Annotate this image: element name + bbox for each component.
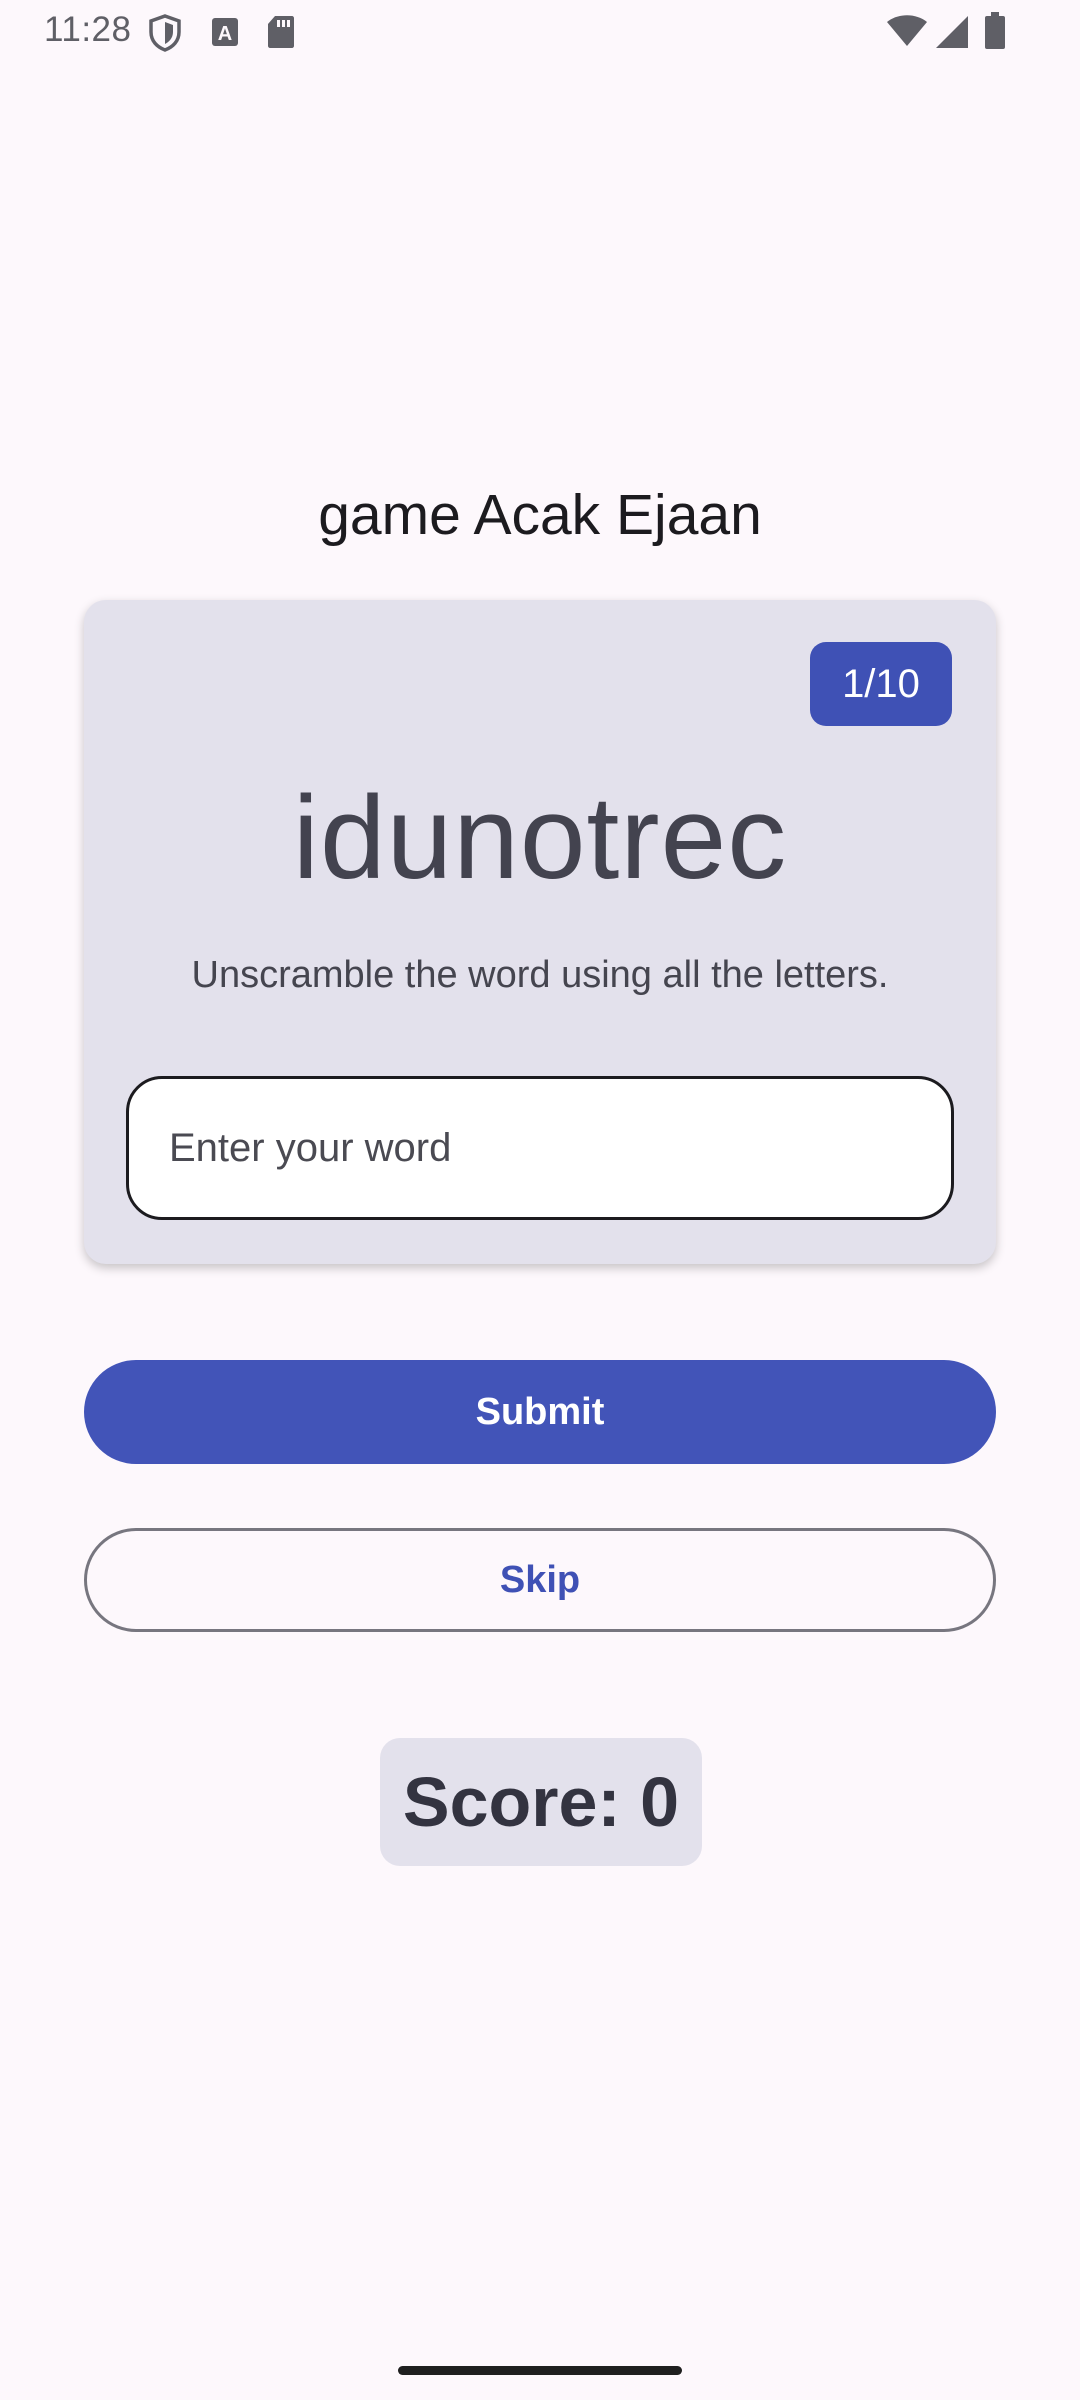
a-icon: A	[212, 18, 238, 46]
home-indicator[interactable]	[398, 2366, 682, 2375]
app-screen: 11:28 A game Acak Ejaan 1/10 idunotrec U…	[0, 0, 1080, 2400]
instructions-text: Unscramble the word using all the letter…	[191, 954, 889, 996]
word-card: 1/10 idunotrec Unscramble the word using…	[84, 600, 996, 1264]
word-input[interactable]	[126, 1076, 954, 1220]
word-counter-badge: 1/10	[810, 642, 952, 726]
signal-icon	[936, 16, 968, 48]
status-time: 11:28	[44, 10, 132, 49]
submit-button[interactable]: Submit	[84, 1360, 996, 1464]
sd-card-icon	[268, 16, 294, 48]
skip-button[interactable]: Skip	[84, 1528, 996, 1632]
status-bar: 11:28 A	[0, 0, 1080, 64]
app-title: game Acak Ejaan	[318, 483, 762, 547]
shield-icon	[149, 14, 181, 52]
wifi-icon	[887, 15, 927, 46]
score-display: Score: 0	[380, 1738, 702, 1866]
scrambled-word: idunotrec	[292, 772, 788, 904]
battery-icon	[985, 12, 1005, 49]
svg-text:A: A	[218, 23, 232, 45]
